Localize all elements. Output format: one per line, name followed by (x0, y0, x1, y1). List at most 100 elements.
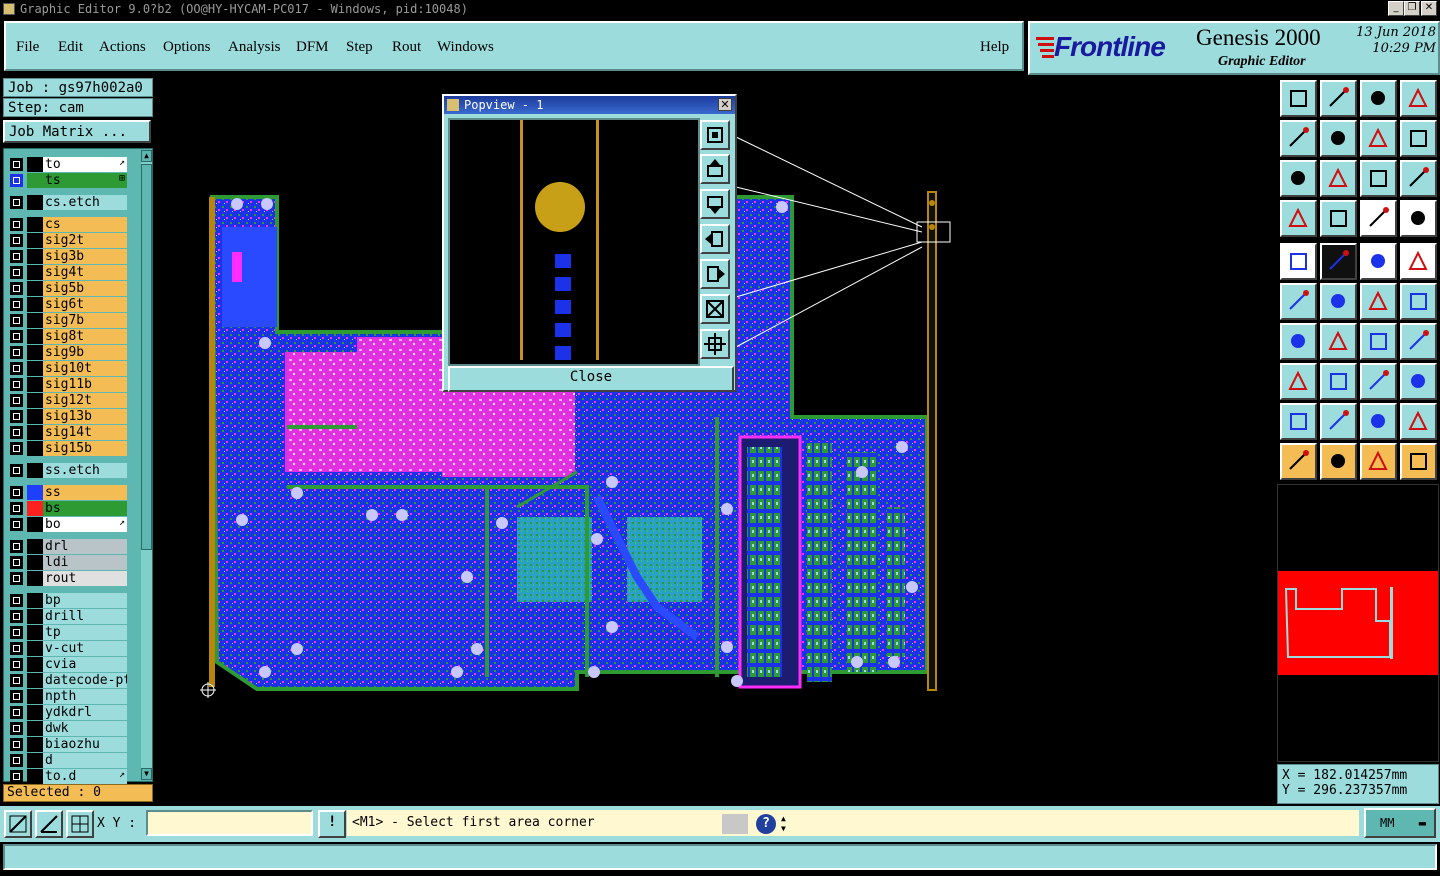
layer-checkbox[interactable] (10, 738, 23, 751)
query-icon[interactable] (1400, 160, 1437, 197)
layer-color-swatch[interactable] (27, 705, 43, 720)
layer-name[interactable]: sig4t (43, 265, 127, 280)
menu-rout[interactable]: Rout (392, 39, 421, 56)
maximize-button[interactable]: ❐ (1404, 1, 1420, 16)
layer-name[interactable]: to (43, 157, 127, 172)
layer-row-dwk[interactable]: dwk (7, 721, 127, 736)
popview-close-icon[interactable]: ✕ (718, 98, 732, 111)
pan-mirror-icon[interactable] (1360, 120, 1397, 157)
layer-checkbox[interactable] (10, 378, 23, 391)
menu-step[interactable]: Step (346, 39, 373, 56)
zoom-down-icon[interactable] (1320, 80, 1357, 117)
layer-name[interactable]: sig9b (43, 345, 127, 360)
layer-color-swatch[interactable] (27, 377, 43, 392)
layer-row-npth[interactable]: npth (7, 689, 127, 704)
menu-help[interactable]: Help (980, 39, 1009, 56)
layer-color-swatch[interactable] (27, 555, 43, 570)
layer-row-sig12t[interactable]: sig12t (7, 393, 127, 408)
layer-row-sig3b[interactable]: sig3b (7, 249, 127, 264)
layer-color-swatch[interactable] (27, 641, 43, 656)
layer-checkbox[interactable] (10, 594, 23, 607)
layer-color-swatch[interactable] (27, 571, 43, 586)
layer-color-swatch[interactable] (27, 657, 43, 672)
layer-row-to.d[interactable]: to.d ↗ (7, 769, 127, 784)
close-window-button[interactable]: ✕ (1421, 1, 1437, 16)
layer-name[interactable]: bo (43, 517, 127, 532)
layer-name[interactable]: tp (43, 625, 127, 640)
info-button[interactable]: ! (318, 810, 346, 838)
menu-analysis[interactable]: Analysis (228, 39, 281, 56)
xy-input-field[interactable] (146, 810, 313, 836)
layer-checkbox[interactable] (10, 174, 23, 187)
layer-row-sig2t[interactable]: sig2t (7, 233, 127, 248)
layer-row-sig13b[interactable]: sig13b (7, 409, 127, 424)
spinner-arrows-icon[interactable]: ▲ ▼ (781, 814, 793, 834)
layer-checkbox[interactable] (10, 282, 23, 295)
zoom-home-icon[interactable] (1280, 80, 1317, 117)
layer-name[interactable]: to.d (43, 769, 127, 784)
layer-color-swatch[interactable] (27, 485, 43, 500)
layer-checkbox[interactable] (10, 626, 23, 639)
layer-color-swatch[interactable] (27, 539, 43, 554)
layer-name[interactable]: sig11b (43, 377, 127, 392)
popview-canvas[interactable] (448, 118, 700, 366)
layer-name[interactable]: sig2t (43, 233, 127, 248)
layer-color-swatch[interactable] (27, 425, 43, 440)
layer-row-cs[interactable]: cs (7, 217, 127, 232)
layer-name[interactable]: ydkdrl (43, 705, 127, 720)
layer-name[interactable]: cs.etch (43, 195, 127, 210)
menu-edit[interactable]: Edit (58, 39, 83, 56)
layer-name[interactable]: datecode-pt (43, 673, 127, 688)
layer-checkbox[interactable] (10, 464, 23, 477)
triangle-line-icon[interactable] (1400, 403, 1437, 440)
window-title-bar[interactable]: Graphic Editor 9.0?b2 (OO@HY-HYCAM-PC017… (0, 0, 1440, 18)
scroll-thumb[interactable] (141, 164, 152, 550)
layer-row-ldi[interactable]: ldi (7, 555, 127, 570)
keyboard-icon[interactable] (722, 814, 748, 834)
layer-checkbox[interactable] (10, 658, 23, 671)
layer-name[interactable]: drl (43, 539, 127, 554)
layer-color-swatch[interactable] (27, 737, 43, 752)
popview-dialog[interactable]: Popview - 1 ✕ Close (442, 94, 737, 392)
triangle-delete-icon[interactable] (1280, 403, 1317, 440)
layer-checkbox[interactable] (10, 218, 23, 231)
popview-zoom-out-icon[interactable] (700, 294, 730, 324)
layer-row-sig11b[interactable]: sig11b (7, 377, 127, 392)
scroll-down-arrow-icon[interactable]: ▼ (141, 768, 152, 780)
layer-checkbox[interactable] (10, 610, 23, 623)
layer-row-ss[interactable]: ss (7, 485, 127, 500)
layer-row-ts[interactable]: ts ⊞ (7, 173, 127, 188)
layer-row-drill[interactable]: drill (7, 609, 127, 624)
layer-color-swatch[interactable] (27, 609, 43, 624)
layer-row-bp[interactable]: bp (7, 593, 127, 608)
popview-close-button[interactable]: Close (448, 366, 734, 392)
move-nodes-icon[interactable] (1280, 283, 1317, 320)
layer-checkbox[interactable] (10, 540, 23, 553)
grid-icon[interactable] (1320, 200, 1357, 237)
layer-color-swatch[interactable] (27, 753, 43, 768)
layer-checkbox[interactable] (10, 314, 23, 327)
layer-color-swatch[interactable] (27, 769, 43, 784)
layer-checkbox[interactable] (10, 502, 23, 515)
pointer-icon[interactable] (1280, 443, 1317, 480)
layer-name[interactable]: cvia (43, 657, 127, 672)
layer-row-d[interactable]: d (7, 753, 127, 768)
layer-name[interactable]: rout (43, 571, 127, 586)
select-pad-icon[interactable] (1280, 363, 1317, 400)
layer-color-swatch[interactable] (27, 463, 43, 478)
window-split-icon[interactable] (1400, 80, 1437, 117)
layer-checkbox[interactable] (10, 298, 23, 311)
popview-zoom-in-icon[interactable] (700, 329, 730, 359)
layer-name[interactable]: ts (43, 173, 127, 188)
layer-checkbox[interactable] (10, 706, 23, 719)
layer-color-swatch[interactable] (27, 517, 43, 532)
measure-mode-icon[interactable] (35, 810, 63, 838)
layer-row-tp[interactable]: tp (7, 625, 127, 640)
layer-name[interactable]: ss.etch (43, 463, 127, 478)
layer-checkbox[interactable] (10, 410, 23, 423)
layer-name[interactable]: sig14t (43, 425, 127, 440)
zoom-fit-icon[interactable] (1280, 160, 1317, 197)
layer-scrollbar[interactable]: ▲ ▼ (141, 150, 152, 780)
layer-checkbox[interactable] (10, 722, 23, 735)
edit-point-icon[interactable] (1400, 283, 1437, 320)
